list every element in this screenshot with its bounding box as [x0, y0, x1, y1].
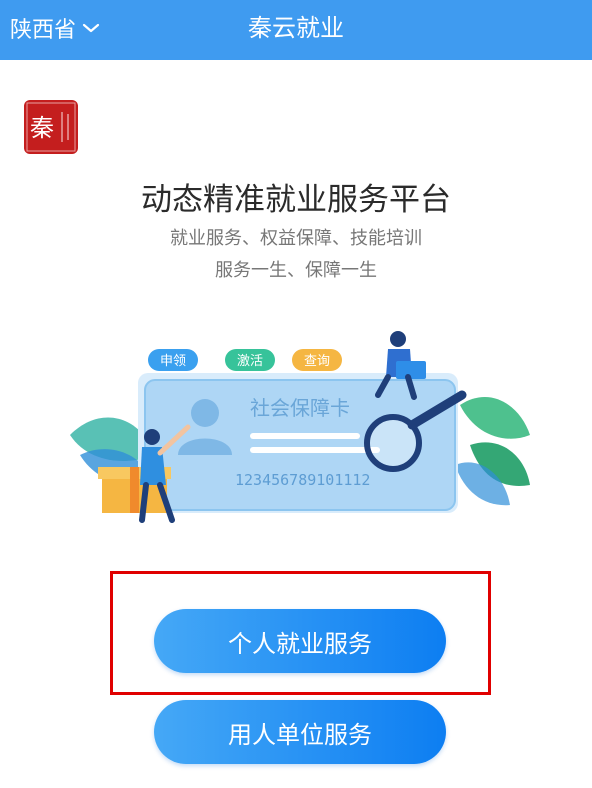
page-headline: 动态精准就业服务平台	[141, 182, 451, 218]
app-logo: 秦	[24, 100, 78, 154]
employer-service-button[interactable]: 用人单位服务	[154, 700, 446, 764]
logo-main-char: 秦	[30, 114, 54, 142]
tag-activate: 激活	[237, 354, 263, 369]
personal-employment-service-button[interactable]: 个人就业服务	[154, 609, 446, 673]
social-security-card-illustration: 社会保障卡 123456789101112 申领 激活 查询	[60, 325, 540, 525]
top-nav-bar: 陕西省 秦云就业	[0, 0, 592, 60]
card-title: 社会保障卡	[250, 396, 350, 420]
tag-query: 查询	[304, 354, 330, 369]
tag-apply: 申领	[160, 354, 186, 369]
app-title: 秦云就业	[248, 14, 344, 42]
card-number: 123456789101112	[235, 471, 370, 489]
tagline-line-1: 就业服务、权益保障、技能培训	[170, 228, 422, 249]
tagline-line-2: 服务一生、保障一生	[215, 260, 377, 281]
